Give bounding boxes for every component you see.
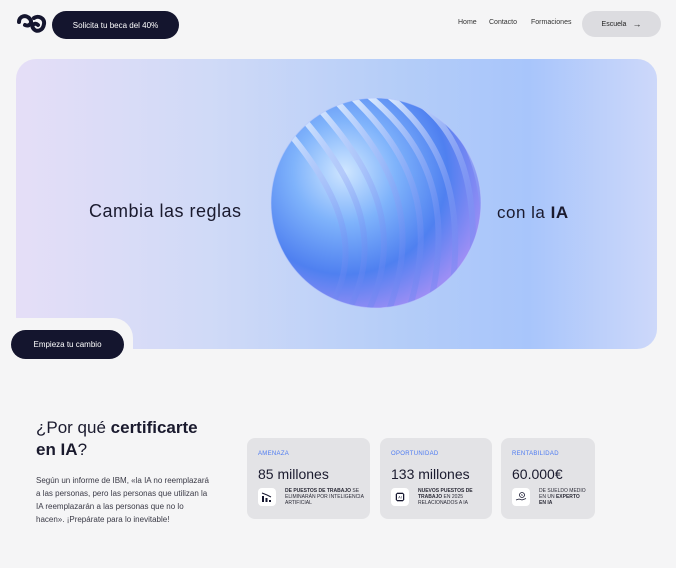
title-line2-prefix: en IA xyxy=(36,440,78,459)
nav-home[interactable]: Home xyxy=(458,19,477,26)
nav-formaciones[interactable]: Formaciones xyxy=(531,19,571,26)
card-desc: DE PUESTOS DE TRABAJO SE ELIMINARÁN POR … xyxy=(285,488,365,506)
money-hand-icon: $ xyxy=(512,488,530,506)
escuela-button[interactable]: Escuela → xyxy=(582,11,661,37)
stat-card-rentabilidad: RENTABILIDAD 60.000€ $ DE SUELDO MEDIO E… xyxy=(501,438,595,519)
title-line2-suffix: ? xyxy=(77,440,88,459)
card-value: 85 millones xyxy=(258,466,329,482)
svg-text:AI: AI xyxy=(398,496,401,500)
section-title: ¿Por qué certificarte en IA? xyxy=(36,417,198,461)
logo-icon[interactable] xyxy=(16,12,48,36)
card-desc: NUEVOS PUESTOS DE TRABAJO EN 2025 RELACI… xyxy=(418,488,482,506)
hero-headline-right: con la IA xyxy=(497,203,569,223)
stat-card-amenaza: AMENAZA 85 millones DE PUESTOS DE TRABAJ… xyxy=(247,438,370,519)
svg-text:$: $ xyxy=(521,493,523,497)
card-tag: AMENAZA xyxy=(258,451,290,457)
beca-cta-button[interactable]: Solicita tu beca del 40% xyxy=(52,11,179,39)
card-tag: RENTABILIDAD xyxy=(512,451,559,457)
escuela-label: Escuela xyxy=(601,20,627,28)
ai-chip-icon: AI xyxy=(391,488,409,506)
hero-headline-left: Cambia las reglas xyxy=(89,201,242,221)
card-value: 60.000€ xyxy=(512,466,563,482)
nav-contacto[interactable]: Contacto xyxy=(489,19,517,26)
hero-headline-right-bold: IA xyxy=(550,203,569,222)
sphere-illustration xyxy=(270,97,482,309)
empieza-cambio-button[interactable]: Empieza tu cambio xyxy=(11,330,124,359)
title-bold: certificarte xyxy=(110,418,198,437)
card-desc: DE SUELDO MEDIO EN UN EXPERTO EN IA xyxy=(539,488,587,506)
chart-down-icon xyxy=(258,488,276,506)
hero-headline-right-prefix: con la xyxy=(497,203,551,222)
card-value: 133 millones xyxy=(391,466,470,482)
title-prefix: ¿Por qué xyxy=(36,418,111,437)
card-tag: OPORTUNIDAD xyxy=(391,451,439,457)
section-body: Según un informe de IBM, «la IA no reemp… xyxy=(36,476,209,524)
stat-card-oportunidad: OPORTUNIDAD 133 millones AI NUEVOS PUEST… xyxy=(380,438,492,519)
arrow-right-icon: → xyxy=(632,18,642,29)
